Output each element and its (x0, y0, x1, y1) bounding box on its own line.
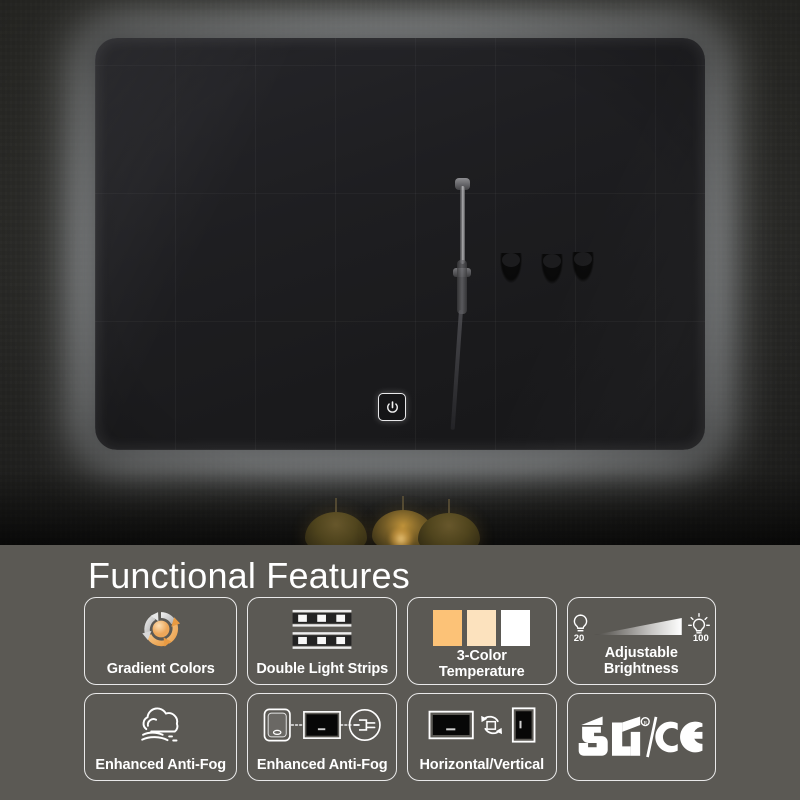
icon-container (130, 703, 192, 747)
icon-container (426, 703, 538, 747)
page-title: Functional Features (88, 555, 410, 596)
icon-container (135, 607, 187, 651)
functional-features-panel: Functional Features Gradient Colors Doub… (0, 545, 800, 800)
icon-container (291, 607, 353, 651)
swatch-warm (433, 609, 463, 646)
icon-container (433, 607, 531, 647)
double-light-strip-icon (292, 609, 352, 649)
feature-row-2: Enhanced Anti-Fog Enhanced Anti-Fog Hori… (84, 693, 717, 781)
feature-row-1: Gradient Colors Double Light Strips 3-Co… (84, 597, 717, 685)
gradient-color-cycle-icon (142, 612, 180, 647)
feature-card-grid: Gradient Colors Double Light Strips 3-Co… (84, 597, 717, 789)
brightness-max-value: 100 (692, 633, 709, 644)
brightness-min-value: 20 (573, 633, 585, 644)
svg-text:R: R (644, 720, 648, 726)
product-feature-page: Functional Features Gradient Colors Doub… (0, 0, 800, 800)
anti-fog-cloud-icon (140, 707, 179, 742)
feature-label: 3-Color Temperature (408, 648, 556, 680)
feature-card-anti-fog-cloud[interactable]: Enhanced Anti-Fog (84, 693, 238, 781)
feature-card-certifications[interactable]: R (566, 693, 717, 781)
icon-container: R (577, 694, 705, 780)
swatch-cool (501, 609, 531, 646)
feature-label: Horizontal/Vertical (419, 756, 545, 773)
feature-label: Double Light Strips (256, 660, 389, 677)
swatch-neutral (467, 609, 497, 646)
feature-label: Enhanced Anti-Fog (95, 756, 227, 773)
icon-container (262, 703, 382, 747)
feature-card-gradient-colors[interactable]: Gradient Colors (84, 597, 238, 685)
defogger-switch-plug-icon (263, 708, 381, 742)
feature-card-anti-fog-wiring[interactable]: Enhanced Anti-Fog (247, 693, 397, 781)
feature-label: Adjustable Brightness (603, 645, 679, 677)
feature-label-line1: 3-Color (456, 648, 507, 665)
feature-label: Gradient Colors (106, 660, 215, 677)
photo-vignette (0, 0, 800, 545)
product-photo (0, 0, 800, 545)
feature-label: Enhanced Anti-Fog (256, 756, 388, 773)
brightness-gradient-wedge (593, 618, 682, 635)
icon-container: 20 100 (572, 607, 711, 647)
feature-card-orientation[interactable]: Horizontal/Vertical (406, 693, 557, 781)
color-temperature-swatches-icon (433, 609, 531, 646)
adjustable-brightness-icon: 20 100 (572, 612, 711, 644)
horizontal-vertical-rotate-icon (428, 707, 536, 743)
feature-card-double-light-strips[interactable]: Double Light Strips (247, 597, 397, 685)
feature-card-adjustable-brightness[interactable]: 20 100 Adjustable Brightness (566, 597, 717, 685)
feature-card-color-temperature[interactable]: 3-Color Temperature (406, 597, 557, 685)
feature-label-line2: Temperature (438, 663, 525, 680)
ul-ce-certification-icon: R (578, 716, 703, 758)
